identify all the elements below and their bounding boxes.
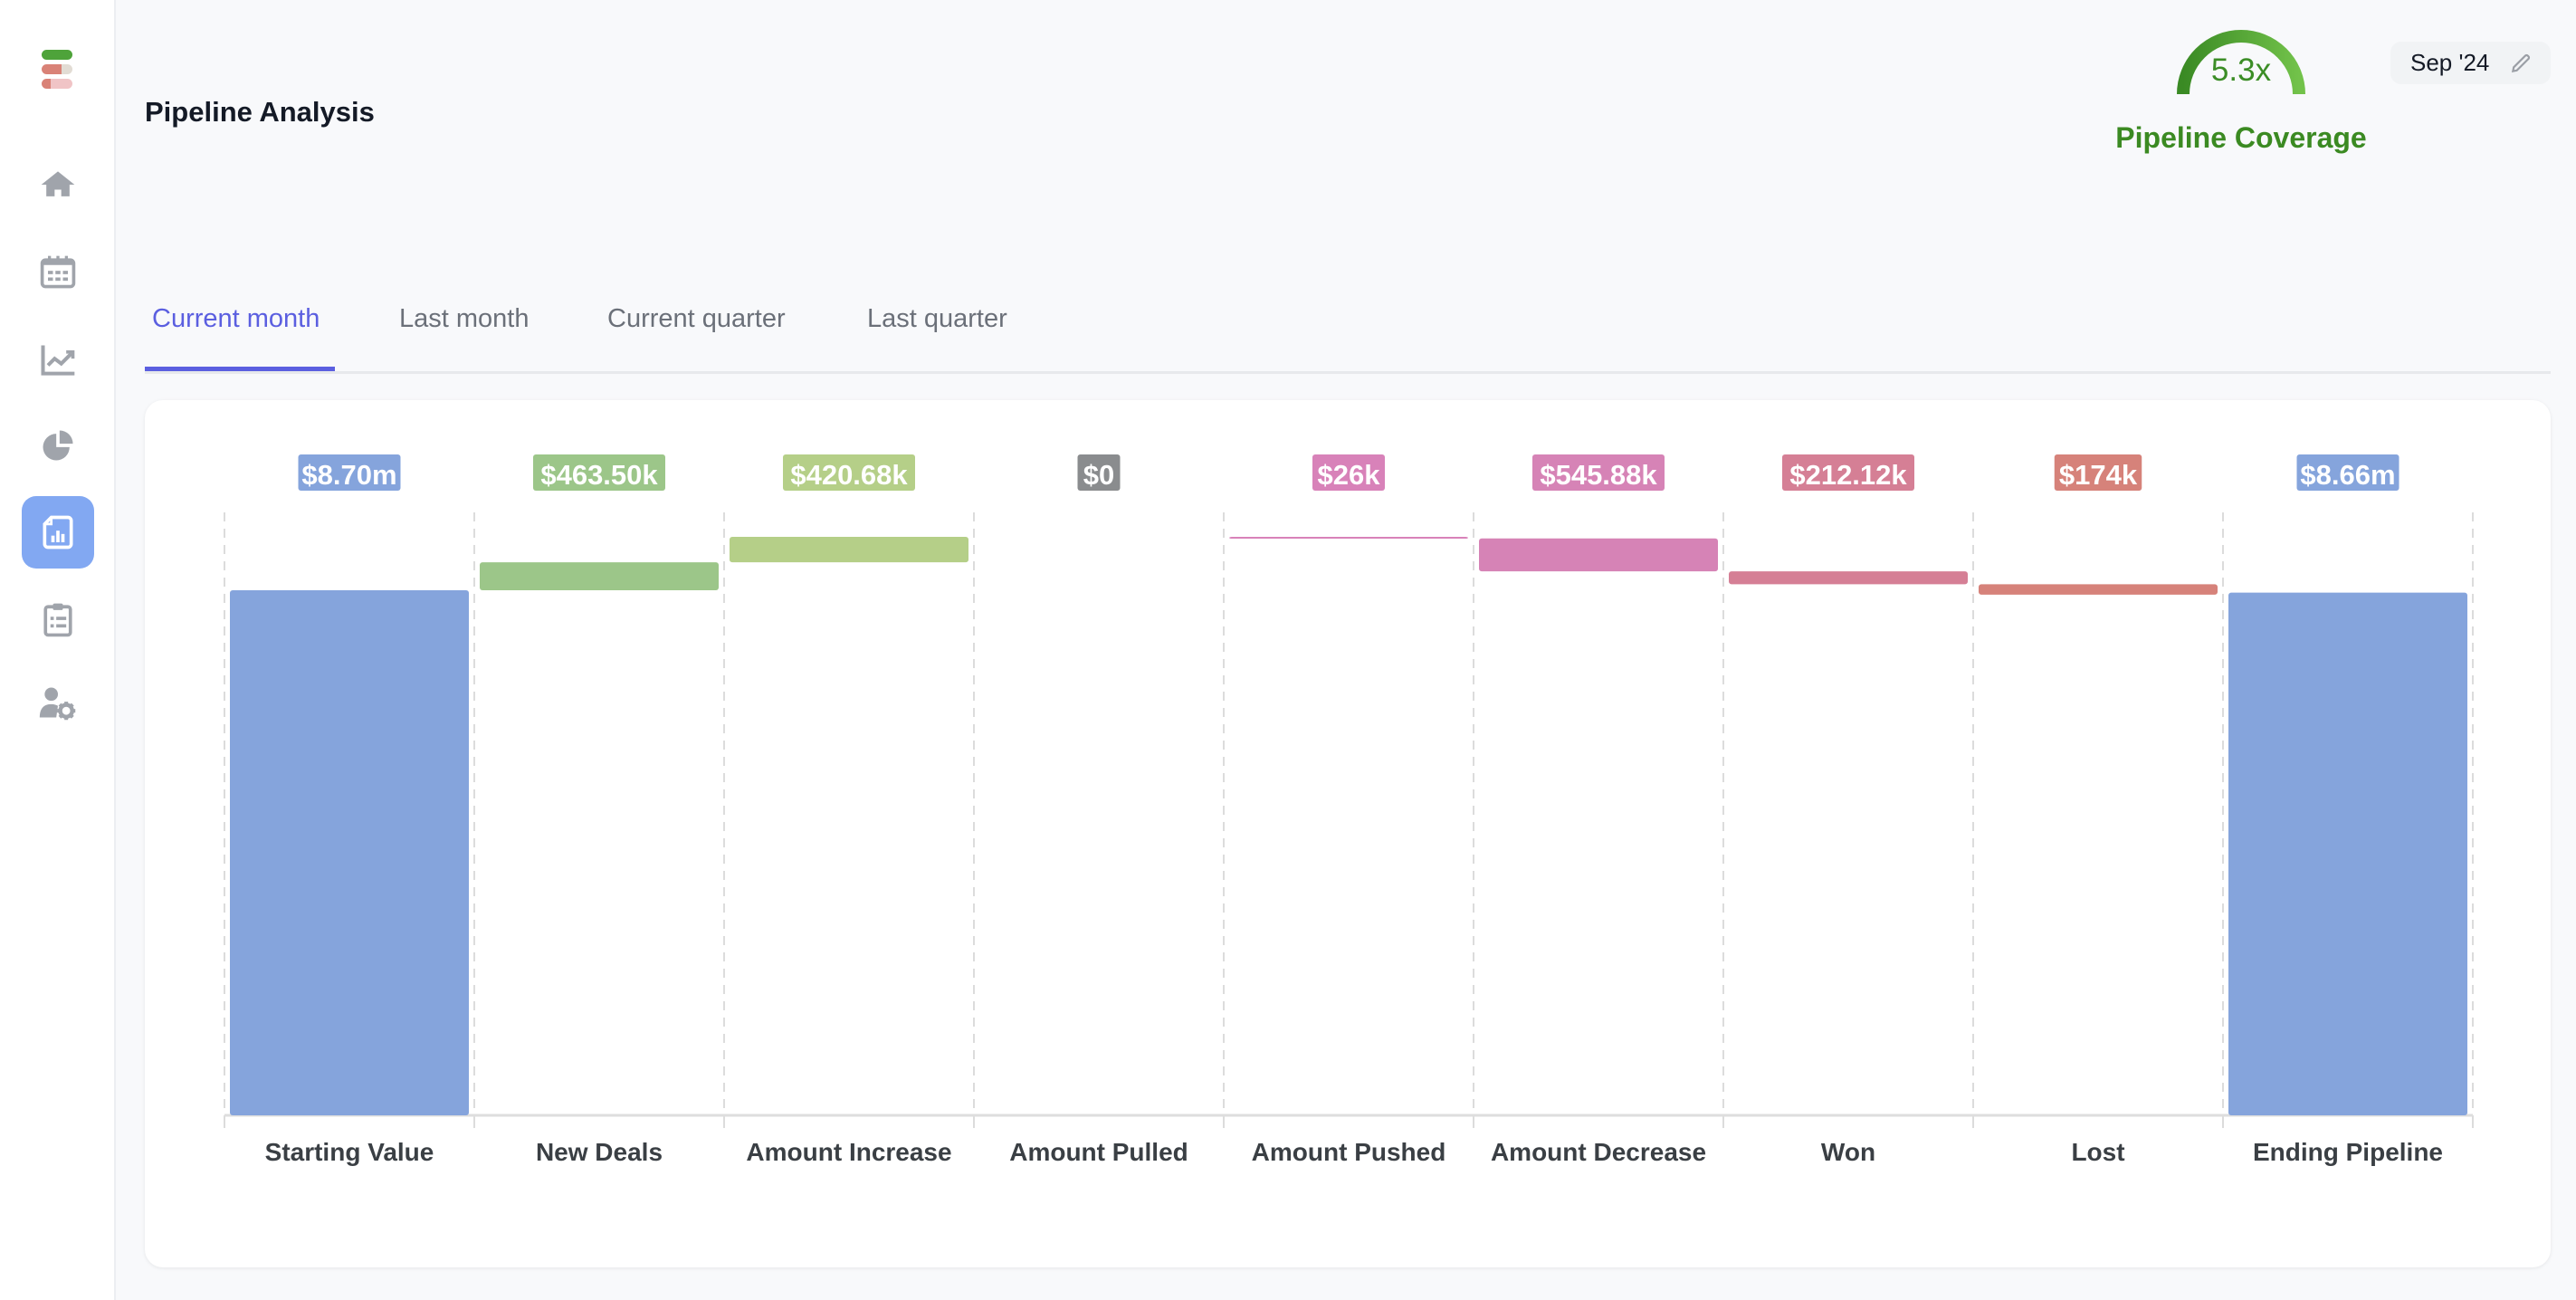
active-tab-indicator	[145, 367, 335, 371]
category-label: Amount Increase	[746, 1138, 951, 1166]
home-icon	[41, 171, 75, 196]
waterfall-chart: $8.70m Starting Value $463.50k New Deals $42…	[224, 454, 2474, 1166]
data-label: $174k	[2059, 459, 2138, 491]
bar-ending-pipeline[interactable]	[2228, 592, 2467, 1115]
date-selector[interactable]: Sep '24	[2390, 42, 2551, 84]
coverage-label: Pipeline Coverage	[2115, 121, 2367, 154]
clipboard-icon	[43, 603, 72, 637]
category-label: Amount Decrease	[1491, 1138, 1706, 1166]
data-label: $212.12k	[1789, 459, 1907, 491]
user-gear-icon	[39, 687, 76, 721]
sidebar-item-tasks[interactable]	[22, 583, 94, 655]
sidebar-item-breakdown[interactable]	[22, 409, 94, 482]
sidebar-item-trends[interactable]	[22, 324, 94, 397]
data-label: $8.70m	[301, 459, 396, 491]
pie-chart-icon	[43, 430, 73, 461]
tab-current-month[interactable]: Current month	[145, 304, 327, 334]
sidebar	[0, 0, 116, 1300]
bar-amount-decrease[interactable]	[1479, 538, 1718, 572]
coverage-value: 5.3x	[2210, 53, 2272, 88]
sidebar-item-user-settings[interactable]	[22, 666, 94, 739]
bar-won[interactable]	[1729, 571, 1968, 585]
data-label: $0	[1083, 459, 1114, 491]
pencil-icon[interactable]	[2509, 52, 2533, 75]
tab-last-quarter[interactable]: Last quarter	[860, 304, 1015, 334]
data-label: $545.88k	[1540, 459, 1657, 491]
category-label: Ending Pipeline	[2253, 1138, 2443, 1166]
tab-current-quarter[interactable]: Current quarter	[600, 304, 793, 334]
data-label: $463.50k	[540, 459, 658, 491]
data-label: $420.68k	[790, 459, 908, 491]
data-label: $26k	[1318, 459, 1381, 491]
category-label: Starting Value	[265, 1138, 434, 1166]
category-label: Amount Pulled	[1009, 1138, 1188, 1166]
bar-amount-pushed[interactable]	[1229, 537, 1468, 540]
page-title: Pipeline Analysis	[145, 96, 375, 128]
app-logo[interactable]	[42, 50, 72, 90]
category-label: New Deals	[536, 1138, 663, 1166]
calendar-icon	[40, 255, 76, 289]
bar-new-deals[interactable]	[480, 562, 719, 590]
category-label: Amount Pushed	[1252, 1138, 1446, 1166]
tab-last-month[interactable]: Last month	[392, 304, 536, 334]
category-label: Won	[1821, 1138, 1875, 1166]
bar-lost[interactable]	[1979, 584, 2218, 595]
sidebar-item-home[interactable]	[22, 148, 94, 221]
bar-starting-value[interactable]	[230, 590, 469, 1115]
waterfall-chart-card: $8.70m Starting Value $463.50k New Deals $42…	[145, 400, 2551, 1267]
sidebar-item-calendar[interactable]	[22, 236, 94, 309]
sidebar-item-reports[interactable]	[22, 496, 94, 569]
data-label: $8.66m	[2300, 459, 2395, 491]
period-tabs: Current month Last month Current quarter…	[145, 299, 2551, 374]
date-label: Sep '24	[2410, 49, 2490, 76]
report-icon	[43, 515, 73, 550]
bar-amount-increase[interactable]	[730, 537, 968, 563]
category-label: Lost	[2071, 1138, 2124, 1166]
line-chart-icon	[41, 345, 75, 376]
